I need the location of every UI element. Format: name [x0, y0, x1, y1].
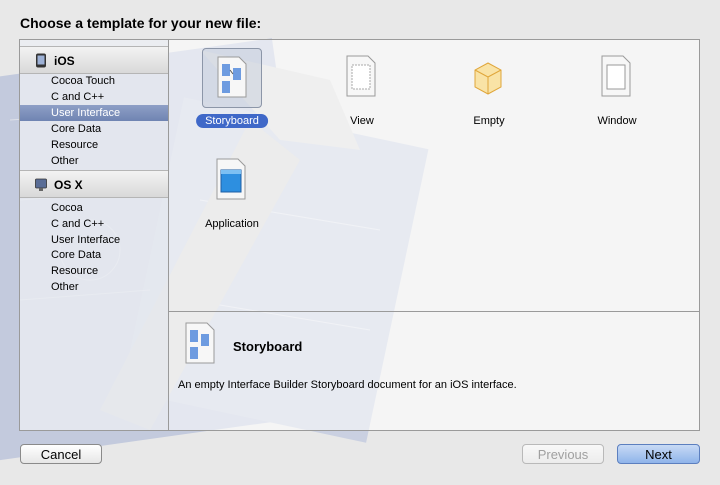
template-icon-frame: [202, 48, 262, 108]
mac-icon: [35, 178, 47, 191]
sidebar-item-resource[interactable]: Resource: [20, 263, 168, 279]
template-detail-pane: Storyboard An empty Interface Builder St…: [169, 311, 699, 431]
detail-template-description: An empty Interface Builder Storyboard do…: [178, 379, 517, 391]
template-icon-frame: [587, 48, 647, 108]
template-label: Empty: [473, 115, 505, 127]
sidebar-item-user-interface[interactable]: User Interface: [20, 105, 168, 121]
template-label: View: [350, 115, 374, 127]
sidebar-item-other[interactable]: Other: [20, 153, 168, 169]
platform-sidebar: iOS Cocoa Touch C and C++ User Interface…: [20, 40, 169, 430]
sidebar-group-ios[interactable]: iOS: [20, 46, 168, 74]
detail-template-name: Storyboard: [233, 339, 303, 354]
application-icon: [216, 158, 246, 200]
sidebar-group-label: iOS: [54, 54, 75, 68]
previous-button[interactable]: Previous: [522, 444, 604, 464]
sidebar-item-resource[interactable]: Resource: [20, 137, 168, 153]
sidebar-group-label: OS X: [54, 178, 83, 192]
template-icon-frame: [202, 151, 262, 211]
view-icon: [346, 55, 376, 97]
template-icon-frame: [459, 48, 519, 108]
template-label: Application: [205, 218, 259, 230]
sidebar-item-c-and-cpp[interactable]: C and C++: [20, 89, 168, 105]
cancel-button[interactable]: Cancel: [20, 444, 102, 464]
storyboard-icon: [185, 322, 215, 364]
template-icon-frame: [332, 48, 392, 108]
empty-cube-icon: [474, 62, 502, 95]
sidebar-item-cocoa[interactable]: Cocoa: [20, 200, 168, 216]
sidebar-item-core-data[interactable]: Core Data: [20, 247, 168, 263]
template-label: Storyboard: [196, 114, 268, 128]
sidebar-item-user-interface[interactable]: User Interface: [20, 232, 168, 248]
sidebar-item-cocoa-touch[interactable]: Cocoa Touch: [20, 73, 168, 89]
sidebar-item-c-and-cpp[interactable]: C and C++: [20, 216, 168, 232]
template-label: Window: [597, 115, 637, 127]
ios-device-icon: [36, 53, 46, 68]
sidebar-item-core-data[interactable]: Core Data: [20, 121, 168, 137]
sidebar-item-other[interactable]: Other: [20, 279, 168, 295]
dialog-title: Choose a template for your new file:: [20, 15, 262, 31]
template-grid: Storyboard View Empty Window Application: [169, 40, 699, 310]
sidebar-group-osx[interactable]: OS X: [20, 170, 168, 198]
storyboard-icon: [217, 56, 247, 98]
window-icon: [601, 55, 631, 97]
next-button[interactable]: Next: [617, 444, 700, 464]
